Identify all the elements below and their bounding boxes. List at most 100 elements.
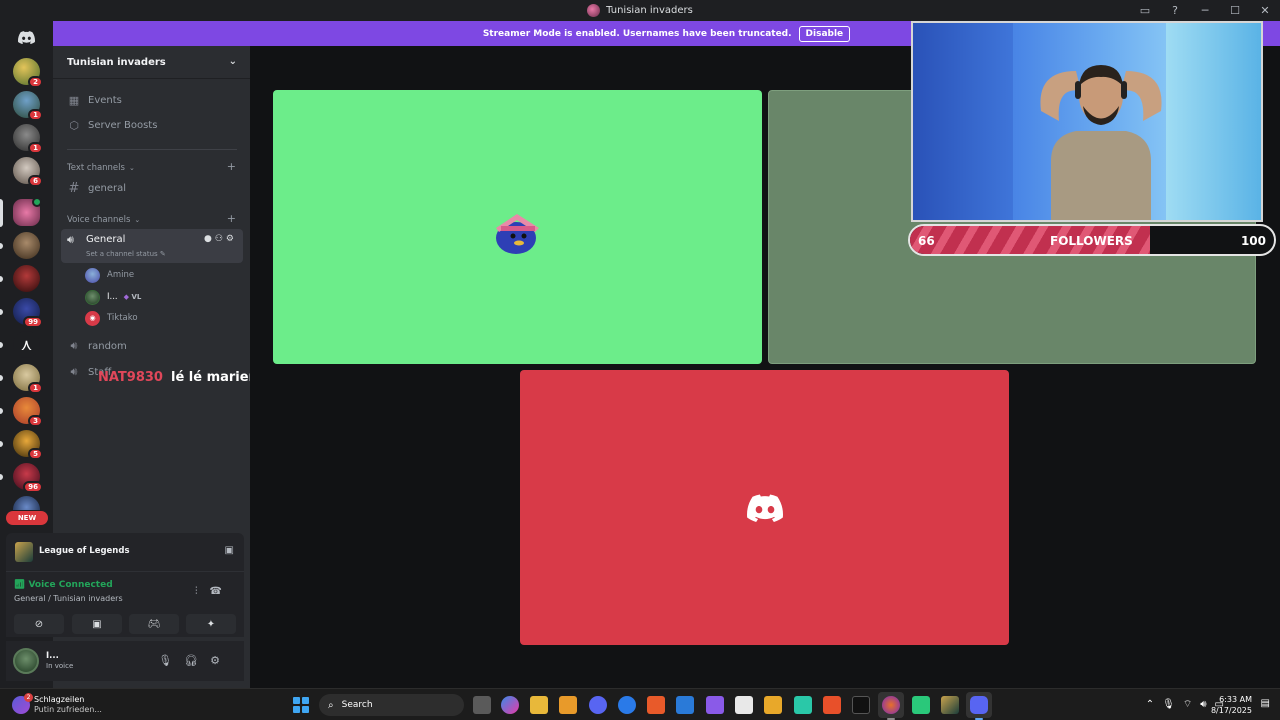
- server-icon[interactable]: [13, 232, 40, 259]
- voice-member[interactable]: ◉ Tiktako: [85, 309, 138, 327]
- speaker-icon: 🔊︎: [67, 233, 74, 246]
- clock-date: 8/17/2025: [1210, 706, 1252, 715]
- minimize-button[interactable]: ─: [1190, 0, 1220, 21]
- chat-bubble-icon[interactable]: ●: [204, 234, 215, 244]
- file-explorer-icon[interactable]: [530, 696, 548, 714]
- member-name: I...: [107, 292, 118, 302]
- taskbar-search[interactable]: ⌕ Search: [319, 694, 464, 716]
- discord-active-icon[interactable]: [970, 696, 988, 714]
- microphone-icon[interactable]: 🎙︎: [1162, 699, 1183, 710]
- app-icon[interactable]: [794, 696, 812, 714]
- server-icon[interactable]: [13, 496, 40, 510]
- speaker-icon: 🔊︎: [70, 339, 78, 352]
- category-label: Voice channels: [67, 215, 131, 225]
- sidebar-item-server-boosts[interactable]: ⬡ Server Boosts: [61, 114, 243, 136]
- server-icon[interactable]: 1: [13, 124, 43, 154]
- voice-channel-random[interactable]: 🔊︎ random: [61, 335, 243, 357]
- participant-tile[interactable]: [273, 90, 762, 364]
- user-name[interactable]: I...: [46, 651, 59, 661]
- taskbar-clock[interactable]: 6:33 AM 8/17/2025: [1211, 694, 1252, 716]
- discord-taskbar-icon[interactable]: [589, 696, 607, 714]
- obsidian-icon[interactable]: [706, 696, 724, 714]
- news-widget[interactable]: 2 Schlagzeilen Putin zufrieden...: [12, 693, 102, 717]
- add-text-channel-icon[interactable]: +: [227, 160, 236, 173]
- league-client-icon[interactable]: [941, 696, 959, 714]
- stream-game-icon[interactable]: ▣: [225, 545, 234, 556]
- gear-icon[interactable]: ⚙: [210, 654, 232, 667]
- news-subtitle: Putin zufrieden...: [34, 705, 102, 714]
- server-icon[interactable]: 1: [13, 364, 43, 394]
- brave-icon[interactable]: [823, 696, 841, 714]
- help-icon[interactable]: ?: [1160, 0, 1190, 21]
- chevron-up-icon[interactable]: ⌃: [1146, 699, 1162, 710]
- server-icon[interactable]: 99: [13, 298, 43, 328]
- server-icon[interactable]: [13, 265, 40, 292]
- messenger-icon[interactable]: [618, 696, 636, 714]
- add-voice-channel-icon[interactable]: +: [227, 212, 236, 225]
- camera-off-button[interactable]: ⊘: [14, 614, 64, 634]
- unread-badge: 1: [28, 382, 43, 394]
- vscode-icon[interactable]: [676, 696, 694, 714]
- category-voice-channels[interactable]: Voice channels ⌄: [67, 215, 140, 225]
- sidebar-divider: [67, 149, 237, 150]
- category-text-channels[interactable]: Text channels ⌄: [67, 163, 135, 173]
- screen-share-button[interactable]: ▣: [72, 614, 122, 634]
- app-icon[interactable]: [764, 696, 782, 714]
- channel-general[interactable]: # general: [61, 177, 243, 199]
- server-icon[interactable]: 3: [13, 397, 43, 427]
- calendar-icon: ▦: [68, 93, 80, 107]
- wifi-icon[interactable]: ⌔: [1183, 699, 1200, 710]
- app-icon[interactable]: [735, 696, 753, 714]
- notification-icon[interactable]: ▤: [1261, 698, 1270, 709]
- sublime-icon[interactable]: [559, 696, 577, 714]
- copilot-icon[interactable]: [501, 696, 519, 714]
- app-icon[interactable]: [647, 696, 665, 714]
- app-icon[interactable]: [912, 696, 930, 714]
- firefox-icon[interactable]: [882, 696, 900, 714]
- category-label: Text channels: [67, 163, 125, 173]
- participant-tile[interactable]: [520, 370, 1009, 645]
- streamer-figure: [1040, 65, 1162, 220]
- add-member-icon[interactable]: ⚇: [215, 234, 226, 244]
- tradingview-icon[interactable]: [852, 696, 870, 714]
- server-icon[interactable]: 5: [13, 430, 43, 460]
- new-servers-badge[interactable]: NEW: [6, 511, 48, 525]
- avatar[interactable]: [13, 648, 39, 674]
- disconnect-icon[interactable]: ☎: [210, 586, 234, 597]
- soundboard-button[interactable]: ✦: [186, 614, 236, 634]
- chevron-down-icon: ⌄: [128, 164, 135, 172]
- voice-channel-general[interactable]: 🔊︎ General ●⚇⚙ Set a channel status ✎: [61, 229, 243, 263]
- guild-header[interactable]: Tunisian invaders ⌄: [53, 46, 250, 79]
- unread-badge: 1: [28, 142, 43, 154]
- server-icon[interactable]: ⋏: [13, 331, 40, 358]
- discord-home-icon[interactable]: [13, 27, 40, 47]
- microphone-icon[interactable]: 🎙︎: [158, 654, 184, 667]
- inbox-icon[interactable]: ▭: [1130, 0, 1160, 21]
- close-button[interactable]: ✕: [1250, 0, 1280, 21]
- voice-member[interactable]: I... ◆ VL: [85, 288, 141, 306]
- server-icon[interactable]: 96: [13, 463, 43, 493]
- unread-badge: 3: [28, 415, 43, 427]
- boost-icon: ⬡: [69, 118, 79, 132]
- server-icon-tunisian-invaders[interactable]: [13, 197, 42, 226]
- webcam-overlay: [911, 21, 1263, 222]
- headphones-icon[interactable]: 🎧︎: [184, 654, 210, 667]
- unread-pill: [0, 375, 3, 381]
- gear-icon[interactable]: ⚙: [226, 234, 237, 244]
- disable-streamer-mode-button[interactable]: Disable: [798, 25, 851, 42]
- voice-location[interactable]: General / Tunisian invaders: [14, 594, 123, 603]
- server-icon[interactable]: 1: [13, 91, 43, 121]
- channel-status-input[interactable]: Set a channel status ✎: [86, 250, 166, 258]
- voice-status[interactable]: 📶︎ Voice Connected: [14, 580, 113, 590]
- maximize-button[interactable]: ☐: [1220, 0, 1250, 21]
- server-icon[interactable]: 2: [13, 58, 43, 88]
- voice-member[interactable]: Amine: [85, 266, 134, 284]
- windows-start-icon[interactable]: [293, 697, 309, 713]
- unread-pill: [0, 441, 3, 447]
- sidebar-item-events[interactable]: ▦ Events: [61, 89, 243, 111]
- server-icon[interactable]: 6: [13, 157, 43, 187]
- activity-panel[interactable]: League of Legends ▣: [6, 533, 244, 571]
- noise-suppression-icon[interactable]: ⫶: [195, 586, 210, 597]
- task-view-icon[interactable]: [473, 696, 491, 714]
- activities-button[interactable]: 🎮︎: [129, 614, 179, 634]
